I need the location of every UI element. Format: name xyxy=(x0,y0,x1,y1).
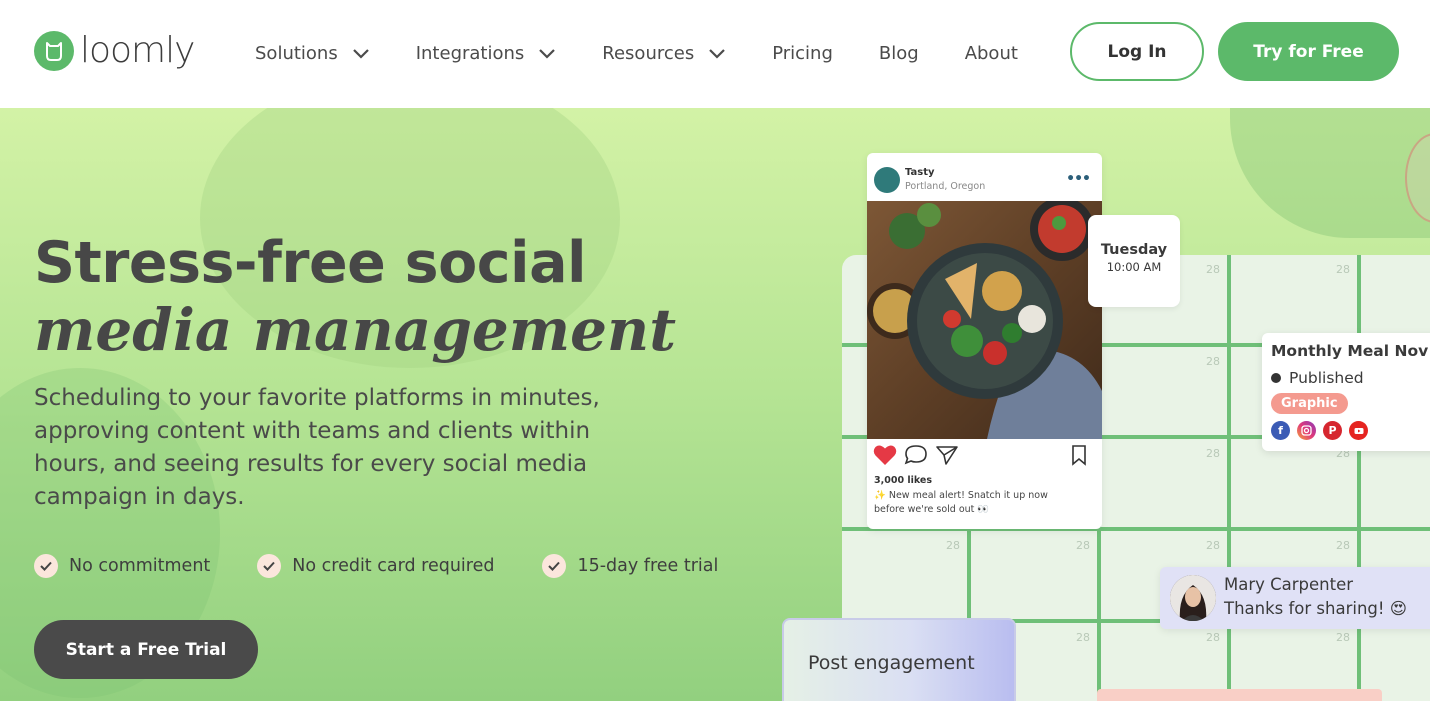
hero-title-line2: media management xyxy=(34,296,677,364)
pinterest-icon: P xyxy=(1323,421,1342,440)
calendar-day-number: 28 xyxy=(946,539,960,552)
calendar-day-number: 28 xyxy=(1336,539,1350,552)
login-button[interactable]: Log In xyxy=(1070,22,1204,81)
check-icon xyxy=(34,554,58,578)
check-label: No commitment xyxy=(69,556,211,576)
check-item-no-commitment: No commitment xyxy=(34,554,210,578)
nav-item-pricing[interactable]: Pricing xyxy=(772,43,833,64)
social-network-icons: f P xyxy=(1271,421,1368,440)
post-status-label: Published xyxy=(1289,369,1364,387)
calendar-event-strip xyxy=(1097,689,1382,701)
heart-icon[interactable] xyxy=(873,444,897,466)
bookmark-icon[interactable] xyxy=(1071,444,1087,466)
nav-item-label: Integrations xyxy=(415,43,525,64)
background-swirl xyxy=(1230,108,1430,238)
check-label: 15-day free trial xyxy=(577,556,719,576)
post-food-photo xyxy=(867,201,1102,439)
more-options-icon[interactable]: ••• xyxy=(1066,171,1091,187)
loomly-owl-icon xyxy=(34,30,74,71)
calendar-day-number: 28 xyxy=(1206,355,1220,368)
nav-item-resources[interactable]: Resources xyxy=(602,43,726,64)
calendar-day-number: 28 xyxy=(1076,539,1090,552)
scheduled-day: Tuesday xyxy=(1100,242,1168,258)
post-actions-bar xyxy=(873,444,1097,468)
nav-item-label: Solutions xyxy=(255,43,338,64)
nav-item-solutions[interactable]: Solutions xyxy=(255,43,370,64)
share-icon[interactable] xyxy=(935,444,959,466)
youtube-icon xyxy=(1349,421,1368,440)
try-for-free-button[interactable]: Try for Free xyxy=(1218,22,1399,81)
site-header: loomly Solutions Integrations Resources … xyxy=(0,0,1430,108)
chevron-down-icon xyxy=(539,48,556,59)
hero-section: Stress-free social media management Sche… xyxy=(0,108,1430,701)
nav-item-about[interactable]: About xyxy=(965,43,1018,64)
calendar-day-number: 28 xyxy=(1206,539,1220,552)
instagram-icon xyxy=(1297,421,1316,440)
instagram-post-preview[interactable]: Tasty Portland, Oregon ••• 3,000 likes ✨… xyxy=(867,153,1102,529)
check-icon xyxy=(257,554,282,578)
grid-line xyxy=(1357,255,1361,701)
nav-item-blog[interactable]: Blog xyxy=(879,43,919,64)
facebook-icon: f xyxy=(1271,421,1290,440)
commenter-name: Mary Carpenter xyxy=(1224,575,1354,594)
grid-line xyxy=(1227,255,1231,701)
nav-item-label: Pricing xyxy=(772,43,833,64)
comment-text: Thanks for sharing! 😍 xyxy=(1224,599,1407,618)
post-caption: ✨ New meal alert! Snatch it up now befor… xyxy=(874,490,1048,515)
post-location: Portland, Oregon xyxy=(905,181,986,192)
post-title: Monthly Meal Nov xyxy=(1271,342,1429,360)
main-nav: Solutions Integrations Resources Pricing… xyxy=(255,43,1064,64)
comment-icon[interactable] xyxy=(904,444,928,466)
post-engagement-label: Post engagement xyxy=(808,652,975,674)
calendar-day-number: 28 xyxy=(1336,631,1350,644)
post-likes-count: 3,000 likes xyxy=(874,475,933,486)
calendar-day-number: 28 xyxy=(1336,263,1350,276)
calendar-day-number: 28 xyxy=(1206,263,1220,276)
account-name: Tasty xyxy=(905,167,935,178)
check-icon xyxy=(542,554,567,578)
hero-title-line1: Stress-free social xyxy=(34,230,587,296)
check-label: No credit card required xyxy=(292,556,495,576)
chevron-down-icon xyxy=(709,48,725,59)
post-engagement-card[interactable]: Post engagement xyxy=(782,618,1016,701)
post-tag-badge: Graphic xyxy=(1271,393,1348,414)
nav-item-integrations[interactable]: Integrations xyxy=(416,43,557,64)
logo-text: loomly xyxy=(80,30,195,71)
nav-item-label: Blog xyxy=(878,43,919,64)
check-item-free-trial: 15-day free trial xyxy=(542,554,718,578)
feature-checklist: No commitment No credit card required 15… xyxy=(34,554,765,578)
account-avatar xyxy=(874,167,900,193)
chevron-down-icon xyxy=(352,48,369,59)
start-free-trial-button[interactable]: Start a Free Trial xyxy=(34,620,258,679)
status-dot-icon xyxy=(1271,373,1281,383)
calendar-day-number: 28 xyxy=(1206,447,1220,460)
hero-description: Scheduling to your favorite platforms in… xyxy=(34,385,600,510)
nav-item-label: About xyxy=(964,43,1018,64)
nav-item-label: Resources xyxy=(602,43,695,64)
calendar-day-number: 28 xyxy=(1076,631,1090,644)
calendar-day-number: 28 xyxy=(1206,631,1220,644)
post-status: Published xyxy=(1271,369,1364,387)
loomly-logo[interactable]: loomly xyxy=(34,30,195,71)
check-item-no-credit-card: No credit card required xyxy=(257,554,494,578)
scheduled-time: 10:00 AM xyxy=(1106,260,1162,274)
post-status-card[interactable]: Monthly Meal Nov Published Graphic f P xyxy=(1262,333,1430,451)
scheduled-time-card: Tuesday 10:00 AM xyxy=(1088,215,1180,307)
comment-notification[interactable]: Mary Carpenter Thanks for sharing! 😍 xyxy=(1160,567,1430,629)
commenter-avatar xyxy=(1170,575,1216,621)
